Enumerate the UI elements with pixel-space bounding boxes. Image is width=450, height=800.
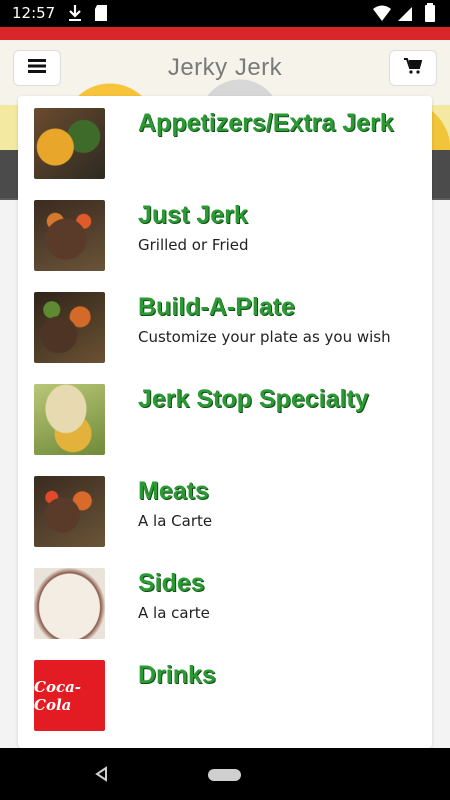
menu-item-appetizers[interactable]: Appetizers/Extra Jerk	[18, 96, 432, 188]
menu-item-jerk-stop-specialty[interactable]: Jerk Stop Specialty	[18, 372, 432, 464]
wifi-icon	[372, 3, 392, 28]
jerk-stop-specialty-image	[34, 384, 105, 455]
menu-item-sides[interactable]: Sides A la carte	[18, 556, 432, 648]
menu-item-description: A la carte	[138, 604, 210, 622]
cart-button[interactable]	[389, 50, 437, 86]
app-title: Jerky Jerk	[167, 54, 283, 81]
meats-image	[34, 476, 105, 547]
download-icon	[66, 3, 84, 28]
menu-item-description: Customize your plate as you wish	[138, 328, 391, 346]
back-triangle-icon[interactable]	[94, 766, 108, 787]
shopping-cart-icon	[404, 57, 423, 79]
menu-item-title: Meats	[138, 477, 209, 505]
system-nav-bar	[0, 748, 450, 800]
menu-item-description: Grilled or Fried	[138, 236, 249, 254]
coca-cola-logo: Coca-Cola	[34, 660, 105, 731]
menu-item-build-a-plate[interactable]: Build-A-Plate Customize your plate as yo…	[18, 280, 432, 372]
appetizers-image	[34, 108, 105, 179]
menu-item-meats[interactable]: Meats A la Carte	[18, 464, 432, 556]
menu-item-title: Build-A-Plate	[138, 293, 295, 321]
top-accent-strip	[0, 27, 450, 40]
menu-item-title: Sides	[138, 569, 205, 597]
sd-card-icon	[93, 3, 109, 28]
battery-icon	[424, 3, 436, 28]
menu-list: Appetizers/Extra Jerk Just Jerk Grilled …	[18, 96, 432, 748]
menu-item-title: Jerk Stop Specialty	[138, 385, 369, 413]
menu-item-title: Drinks	[138, 661, 216, 689]
status-time: 12:57	[12, 4, 56, 22]
menu-item-title: Just Jerk	[138, 201, 248, 229]
home-pill-button[interactable]	[208, 769, 241, 781]
menu-item-description: A la Carte	[138, 512, 213, 530]
header-shadow-left	[0, 150, 18, 198]
menu-item-drinks[interactable]: Coca-Cola Drinks	[18, 648, 432, 740]
status-bar: 12:57	[0, 0, 450, 27]
menu-item-just-jerk[interactable]: Just Jerk Grilled or Fried	[18, 188, 432, 280]
menu-item-title: Appetizers/Extra Jerk	[138, 109, 394, 137]
sides-image	[34, 568, 105, 639]
build-a-plate-image	[34, 292, 105, 363]
just-jerk-image	[34, 200, 105, 271]
header-shadow-right	[432, 150, 450, 198]
signal-icon	[396, 3, 414, 28]
